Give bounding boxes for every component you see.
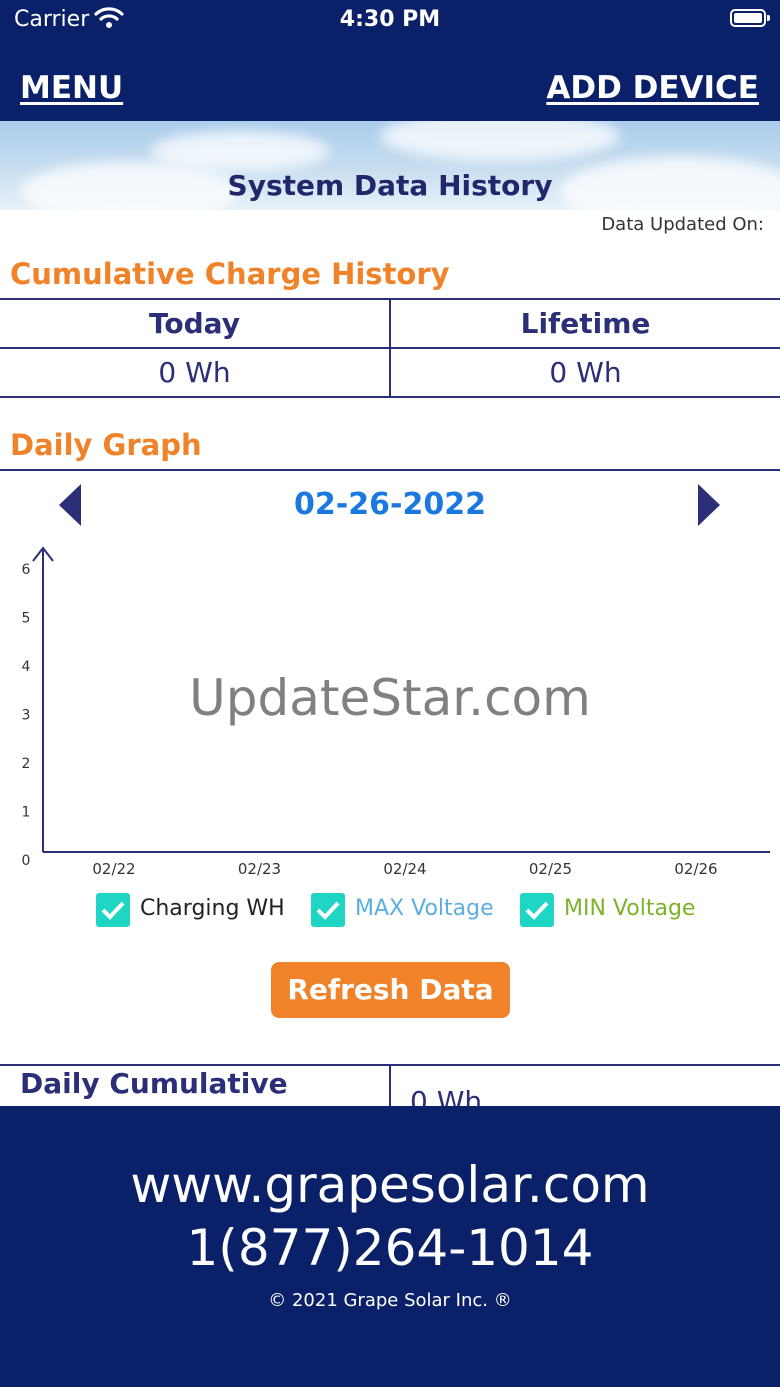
lifetime-header: Lifetime bbox=[520, 307, 651, 340]
app-header: Carrier 4:30 PM MENU ADD DEVICE bbox=[0, 0, 780, 121]
y-tick-label: 0 bbox=[22, 853, 31, 869]
checkbox[interactable] bbox=[520, 893, 554, 927]
page-banner: System Data History bbox=[0, 121, 780, 210]
checkbox[interactable] bbox=[311, 893, 345, 927]
cumulative-charge-title: Cumulative Charge History bbox=[10, 257, 450, 291]
x-tick-label: 02/24 bbox=[383, 860, 426, 878]
x-tick-label: 02/25 bbox=[529, 860, 572, 878]
daily-graph-title: Daily Graph bbox=[10, 428, 202, 462]
footer: www.grapesolar.com 1(877)264-1014 © 2021… bbox=[0, 1106, 780, 1387]
x-tick-label: 02/26 bbox=[674, 860, 717, 878]
phone-link[interactable]: 1(877)264-1014 bbox=[0, 1219, 780, 1277]
selected-date: 02-26-2022 bbox=[294, 487, 486, 522]
copyright-text: © 2021 Grape Solar Inc. ® bbox=[268, 1290, 512, 1311]
add-device-button[interactable]: ADD DEVICE bbox=[546, 70, 759, 106]
status-time: 4:30 PM bbox=[339, 7, 441, 32]
website-link[interactable]: www.grapesolar.com bbox=[0, 1156, 780, 1214]
today-header: Today bbox=[149, 307, 240, 340]
daily-cumulative-label: Daily Cumulative bbox=[20, 1067, 288, 1100]
x-tick-label: 02/22 bbox=[92, 860, 135, 878]
y-tick-label: 3 bbox=[22, 708, 31, 724]
today-value: 0 Wh bbox=[158, 356, 231, 389]
divider bbox=[389, 1064, 391, 1108]
next-date-button[interactable] bbox=[698, 484, 720, 526]
data-updated-label: Data Updated On: bbox=[601, 214, 764, 235]
y-tick-label: 6 bbox=[22, 562, 31, 578]
checkmark-icon bbox=[316, 901, 340, 920]
checkbox[interactable] bbox=[96, 893, 130, 927]
watermark: UpdateStar.com bbox=[189, 669, 591, 727]
divider bbox=[0, 469, 780, 471]
legend-label: MIN Voltage bbox=[564, 896, 696, 921]
checkmark-icon bbox=[525, 901, 549, 920]
refresh-data-button[interactable]: Refresh Data bbox=[271, 962, 510, 1018]
legend-label: MAX Voltage bbox=[355, 896, 494, 921]
y-tick-label: 2 bbox=[22, 756, 31, 772]
menu-button[interactable]: MENU bbox=[20, 70, 123, 106]
x-tick-label: 02/23 bbox=[238, 860, 281, 878]
y-tick-label: 1 bbox=[22, 805, 31, 821]
lifetime-value: 0 Wh bbox=[549, 356, 622, 389]
battery-icon bbox=[730, 9, 770, 27]
checkmark-icon bbox=[101, 901, 125, 920]
y-tick-label: 5 bbox=[22, 611, 31, 627]
y-tick-label: 4 bbox=[22, 659, 31, 675]
status-bar: Carrier 4:30 PM bbox=[0, 0, 780, 40]
page-title: System Data History bbox=[227, 169, 553, 202]
daily-chart: UpdateStar.com 0 1 2 3 4 5 6 02/22 02/23 02/24 02… bbox=[22, 546, 770, 878]
legend-label: Charging WH bbox=[140, 896, 285, 921]
